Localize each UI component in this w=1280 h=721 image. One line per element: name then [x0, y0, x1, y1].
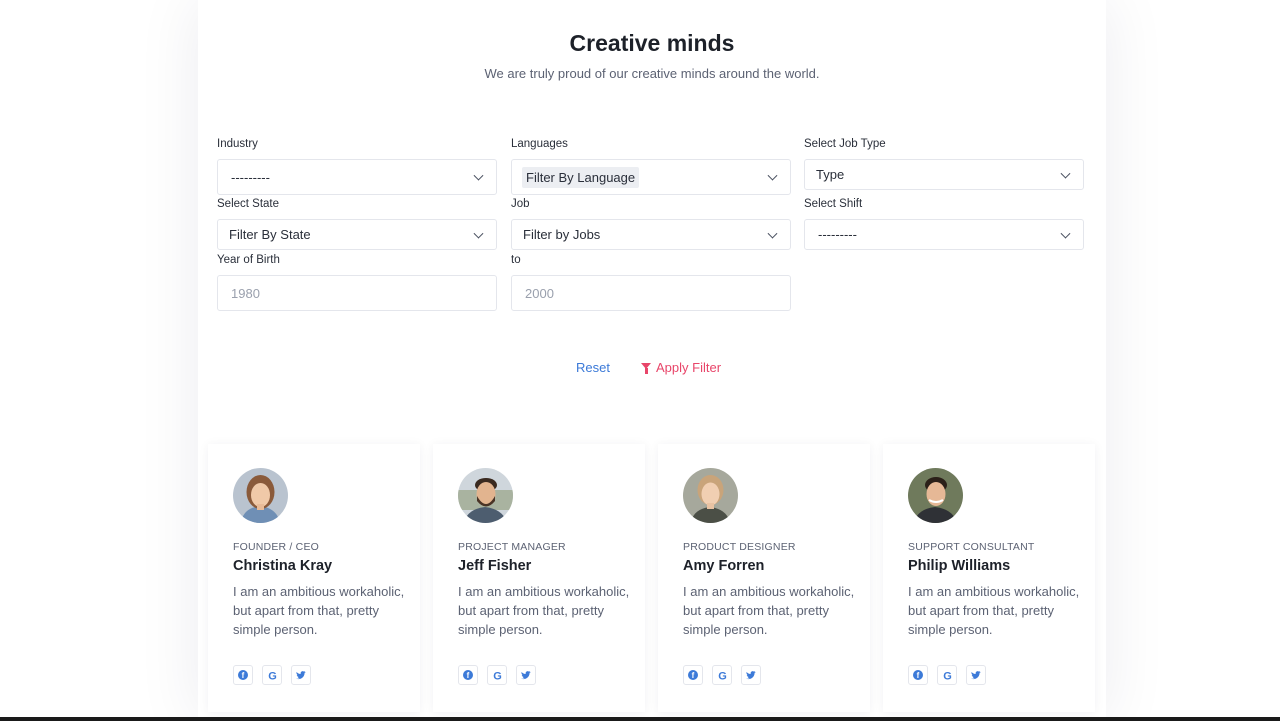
google-icon: G	[268, 670, 277, 681]
chevron-down-icon	[473, 228, 484, 239]
member-name: Jeff Fisher	[458, 558, 532, 574]
google-icon: G	[943, 670, 952, 681]
shift-label: Select Shift	[804, 198, 863, 210]
social-links: f G	[458, 665, 536, 685]
languages-select[interactable]: Filter By Language	[511, 159, 791, 195]
state-label: Select State	[217, 198, 280, 210]
facebook-icon: f	[688, 670, 698, 680]
facebook-icon: f	[238, 670, 248, 680]
avatar	[233, 468, 288, 523]
twitter-link[interactable]	[516, 665, 536, 685]
avatar	[683, 468, 738, 523]
facebook-link[interactable]: f	[683, 665, 703, 685]
twitter-icon	[521, 670, 531, 679]
twitter-icon	[746, 670, 756, 679]
job-type-label: Select Job Type	[804, 138, 886, 150]
member-bio: I am an ambitious workaholic, but apart …	[233, 584, 405, 637]
member-bio: I am an ambitious workaholic, but apart …	[683, 584, 855, 637]
social-links: f G	[908, 665, 986, 685]
reset-label: Reset	[576, 360, 610, 375]
chevron-down-icon	[767, 228, 778, 239]
avatar	[458, 468, 513, 523]
chevron-down-icon	[1060, 228, 1071, 239]
svg-text:f: f	[692, 671, 695, 680]
team-card: PRODUCT DESIGNER Amy Forren I am an ambi…	[658, 444, 870, 712]
facebook-icon: f	[463, 670, 473, 680]
shift-select[interactable]: ---------	[804, 219, 1084, 250]
twitter-link[interactable]	[741, 665, 761, 685]
year-from-input[interactable]: 1980	[217, 275, 497, 311]
industry-value: ---------	[231, 169, 270, 185]
filter-icon	[641, 362, 651, 374]
languages-value: Filter By Language	[522, 166, 640, 188]
social-links: f G	[683, 665, 761, 685]
svg-text:f: f	[917, 671, 920, 680]
svg-text:G: G	[268, 670, 277, 681]
shift-value: ---------	[818, 227, 857, 242]
svg-text:f: f	[242, 671, 245, 680]
state-value: Filter By State	[229, 227, 311, 242]
page-container: Creative minds We are truly proud of our…	[198, 0, 1106, 721]
state-select[interactable]: Filter By State	[217, 219, 497, 250]
facebook-icon: f	[913, 670, 923, 680]
apply-filter-label: Apply Filter	[656, 360, 722, 375]
year-to-label: to	[511, 254, 521, 266]
google-link[interactable]: G	[937, 665, 957, 685]
facebook-link[interactable]: f	[908, 665, 928, 685]
year-from-placeholder: 1980	[231, 285, 260, 301]
google-link[interactable]: G	[487, 665, 507, 685]
team-card: SUPPORT CONSULTANT Philip Williams I am …	[883, 444, 1095, 712]
member-bio: I am an ambitious workaholic, but apart …	[458, 584, 630, 637]
industry-label: Industry	[217, 138, 258, 150]
facebook-link[interactable]: f	[458, 665, 478, 685]
social-links: f G	[233, 665, 311, 685]
svg-text:G: G	[943, 670, 952, 681]
svg-text:f: f	[467, 671, 470, 680]
chevron-down-icon	[473, 170, 484, 181]
chevron-down-icon	[767, 170, 778, 181]
member-bio: I am an ambitious workaholic, but apart …	[908, 584, 1080, 637]
team-card: PROJECT MANAGER Jeff Fisher I am an ambi…	[433, 444, 645, 712]
job-value: Filter by Jobs	[523, 227, 601, 242]
team-card: FOUNDER / CEO Christina Kray I am an amb…	[208, 444, 420, 712]
languages-label: Languages	[511, 138, 568, 150]
year-to-input[interactable]: 2000	[511, 275, 791, 311]
twitter-icon	[296, 670, 306, 679]
member-name: Christina Kray	[233, 558, 333, 574]
page-subtitle: We are truly proud of our creative minds…	[484, 66, 820, 81]
job-label: Job	[511, 198, 530, 210]
industry-select[interactable]: ---------	[217, 159, 497, 195]
google-icon: G	[718, 670, 727, 681]
job-type-select[interactable]: Type	[804, 159, 1084, 190]
svg-text:G: G	[493, 670, 502, 681]
google-link[interactable]: G	[712, 665, 732, 685]
member-name: Philip Williams	[908, 558, 1011, 574]
job-select[interactable]: Filter by Jobs	[511, 219, 791, 250]
window-bottom-edge	[0, 717, 1280, 721]
svg-text:G: G	[718, 670, 727, 681]
job-type-value: Type	[816, 167, 845, 182]
page-title: Creative minds	[569, 30, 735, 56]
member-name: Amy Forren	[683, 558, 765, 574]
apply-filter-button[interactable]: Apply Filter	[641, 360, 721, 375]
twitter-link[interactable]	[291, 665, 311, 685]
chevron-down-icon	[1060, 168, 1071, 179]
google-icon: G	[493, 670, 502, 681]
reset-button[interactable]: Reset	[576, 360, 610, 375]
member-role: FOUNDER / CEO	[233, 541, 320, 553]
google-link[interactable]: G	[262, 665, 282, 685]
facebook-link[interactable]: f	[233, 665, 253, 685]
avatar	[908, 468, 963, 523]
member-role: PRODUCT DESIGNER	[683, 541, 796, 553]
member-role: SUPPORT CONSULTANT	[908, 541, 1035, 553]
year-from-label: Year of Birth	[217, 254, 280, 266]
twitter-icon	[971, 670, 981, 679]
twitter-link[interactable]	[966, 665, 986, 685]
member-role: PROJECT MANAGER	[458, 541, 566, 553]
year-to-placeholder: 2000	[525, 285, 554, 301]
